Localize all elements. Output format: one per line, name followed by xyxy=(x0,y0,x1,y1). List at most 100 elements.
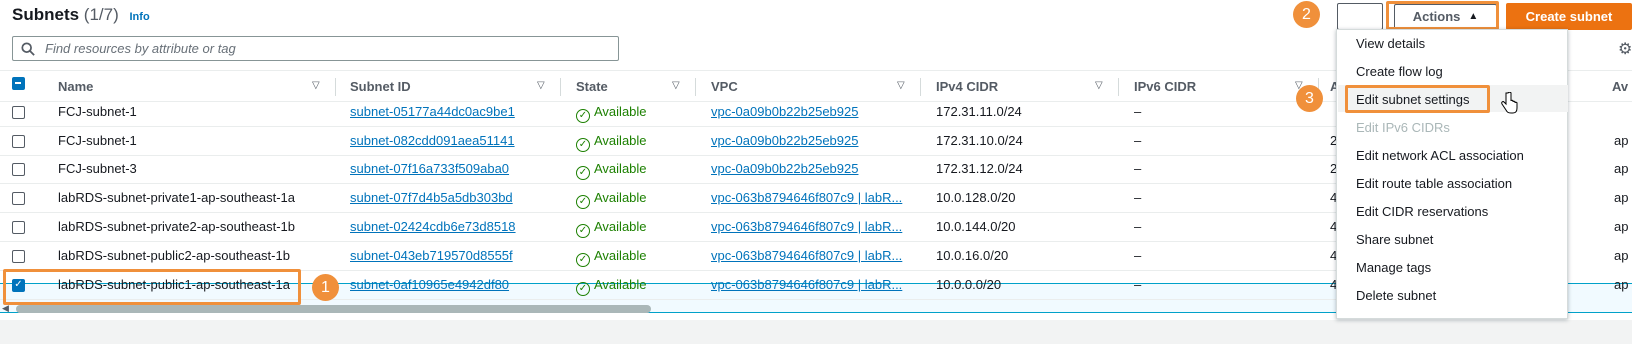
row-checkbox[interactable] xyxy=(12,250,25,263)
menu-item-manage-tags[interactable]: Manage tags xyxy=(1356,260,1431,275)
step-highlight-actions xyxy=(1386,1,1499,30)
column-divider[interactable] xyxy=(335,78,336,96)
cell-name: labRDS-subnet-public2-ap-southeast-1b xyxy=(58,248,290,263)
cell-state-text: Available xyxy=(594,219,647,234)
step-highlight-menu-item xyxy=(1345,85,1490,113)
cell-subnet-id-link[interactable]: subnet-07f16a733f509aba0 xyxy=(350,161,509,176)
pointer-cursor-icon xyxy=(1501,92,1518,114)
row-divider xyxy=(0,212,1400,213)
cell-subnet-id-link[interactable]: subnet-043eb719570d8555f xyxy=(350,248,513,263)
column-header-ipv4-cidr[interactable]: IPv4 CIDR xyxy=(936,70,998,102)
check-circle-icon: ✓ xyxy=(576,109,590,123)
cell-vpc-link[interactable]: vpc-0a09b0b22b25eb925 xyxy=(711,133,858,148)
filter-icon[interactable]: ▽ xyxy=(672,80,680,91)
row-divider xyxy=(0,183,1400,184)
refresh-button[interactable] xyxy=(1337,3,1383,30)
cell-peek-right: ap xyxy=(1614,219,1629,234)
cell-state: ✓ Available xyxy=(576,248,647,267)
gear-icon[interactable]: ⚙ xyxy=(1618,39,1632,59)
cell-ipv6-cidr: – xyxy=(1134,133,1142,148)
cell-state-text: Available xyxy=(594,104,647,119)
cell-ipv4-cidr: 10.0.0.0/20 xyxy=(936,277,1002,292)
cell-peek-right: ap xyxy=(1614,190,1629,205)
check-circle-icon: ✓ xyxy=(576,224,590,238)
menu-item-view-details[interactable]: View details xyxy=(1356,36,1425,51)
column-divider[interactable] xyxy=(1118,78,1119,96)
search-icon xyxy=(21,41,35,56)
filter-icon[interactable]: ▽ xyxy=(537,80,545,91)
menu-item-edit-route-table-association[interactable]: Edit route table association xyxy=(1356,176,1512,191)
cell-vpc-link[interactable]: vpc-0a09b0b22b25eb925 xyxy=(711,161,858,176)
check-circle-icon: ✓ xyxy=(576,253,590,267)
cell-state-text: Available xyxy=(594,161,647,176)
cell-state: ✓ Available xyxy=(576,104,647,123)
horizontal-scrollbar[interactable] xyxy=(16,305,651,313)
filter-icon[interactable]: ▽ xyxy=(312,80,320,91)
column-header-subnet-id[interactable]: Subnet ID xyxy=(350,70,411,102)
menu-item-share-subnet[interactable]: Share subnet xyxy=(1356,232,1433,247)
page-footer-band xyxy=(0,320,1632,344)
column-header-state[interactable]: State xyxy=(576,70,608,102)
column-divider[interactable] xyxy=(560,78,561,96)
step-highlight-row xyxy=(3,269,301,305)
cell-state: ✓ Available xyxy=(576,161,647,180)
step-badge-2: 2 xyxy=(1293,1,1320,28)
cell-state: ✓ Available xyxy=(576,219,647,238)
cell-subnet-id-link[interactable]: subnet-02424cdb6e73d8518 xyxy=(350,219,516,234)
menu-item-edit-ipv6-cidrs: Edit IPv6 CIDRs xyxy=(1356,120,1450,135)
column-header-ipv6-cidr[interactable]: IPv6 CIDR xyxy=(1134,70,1196,102)
cell-peek-right: ap xyxy=(1614,133,1629,148)
row-checkbox[interactable] xyxy=(12,192,25,205)
column-header-vpc[interactable]: VPC xyxy=(711,70,738,102)
scroll-left-icon[interactable]: ◀ xyxy=(2,303,9,314)
page-title-text: Subnets xyxy=(12,5,80,24)
cell-vpc-link[interactable]: vpc-063b8794646f807c9 | labR... xyxy=(711,190,902,205)
column-divider[interactable] xyxy=(695,78,696,96)
cell-state-text: Available xyxy=(594,277,647,292)
cell-state-text: Available xyxy=(594,133,647,148)
row-checkbox[interactable] xyxy=(12,221,25,234)
cell-name: labRDS-subnet-private2-ap-southeast-1b xyxy=(58,219,296,234)
cell-ipv4-cidr: 10.0.144.0/20 xyxy=(936,219,1016,234)
cell-ipv6-cidr: – xyxy=(1134,248,1142,263)
cell-state: ✓ Available xyxy=(576,277,647,296)
cell-state-text: Available xyxy=(594,190,647,205)
row-checkbox[interactable] xyxy=(12,163,25,176)
cell-ipv4-cidr: 172.31.10.0/24 xyxy=(936,133,1023,148)
cell-ipv4-cidr: 10.0.128.0/20 xyxy=(936,190,1016,205)
cell-subnet-id-link[interactable]: subnet-082cdd091aea51141 xyxy=(350,133,515,148)
cell-ipv4-cidr: 172.31.12.0/24 xyxy=(936,161,1023,176)
info-link[interactable]: Info xyxy=(130,11,150,23)
menu-item-edit-network-acl-association[interactable]: Edit network ACL association xyxy=(1356,148,1524,163)
cell-name: FCJ-subnet-3 xyxy=(58,161,137,176)
menu-item-edit-cidr-reservations[interactable]: Edit CIDR reservations xyxy=(1356,204,1488,219)
check-circle-icon: ✓ xyxy=(576,195,590,209)
cell-subnet-id-link[interactable]: subnet-07f7d4b5a5db303bd xyxy=(350,190,513,205)
cell-subnet-id-link[interactable]: subnet-05177a44dc0ac9be1 xyxy=(350,104,515,119)
filter-icon[interactable]: ▽ xyxy=(1095,80,1103,91)
search-box[interactable] xyxy=(12,36,619,61)
cell-vpc-link[interactable]: vpc-063b8794646f807c9 | labR... xyxy=(711,277,902,292)
search-input[interactable] xyxy=(43,40,603,57)
filter-icon[interactable]: ▽ xyxy=(897,80,905,91)
column-header-peek-right[interactable]: Av xyxy=(1612,70,1628,102)
menu-item-delete-subnet[interactable]: Delete subnet xyxy=(1356,288,1436,303)
row-checkbox[interactable] xyxy=(12,106,25,119)
cell-name: FCJ-subnet-1 xyxy=(58,104,137,119)
cell-state: ✓ Available xyxy=(576,190,647,209)
column-divider[interactable] xyxy=(920,78,921,96)
select-all-checkbox[interactable] xyxy=(12,77,25,90)
cell-subnet-id-link[interactable]: subnet-0af10965e4942df80 xyxy=(350,277,509,292)
cell-vpc-link[interactable]: vpc-063b8794646f807c9 | labR... xyxy=(711,248,902,263)
cell-ipv6-cidr: – xyxy=(1134,190,1142,205)
cell-ipv6-cidr: – xyxy=(1134,104,1142,119)
cell-ipv6-cidr: – xyxy=(1134,161,1142,176)
cell-peek-right: ap xyxy=(1614,161,1629,176)
step-badge-1: 1 xyxy=(312,274,339,301)
cell-vpc-link[interactable]: vpc-0a09b0b22b25eb925 xyxy=(711,104,858,119)
column-header-name[interactable]: Name xyxy=(58,70,93,102)
menu-item-create-flow-log[interactable]: Create flow log xyxy=(1356,64,1443,79)
row-checkbox[interactable] xyxy=(12,135,25,148)
cell-vpc-link[interactable]: vpc-063b8794646f807c9 | labR... xyxy=(711,219,902,234)
create-subnet-button[interactable]: Create subnet xyxy=(1506,3,1632,30)
